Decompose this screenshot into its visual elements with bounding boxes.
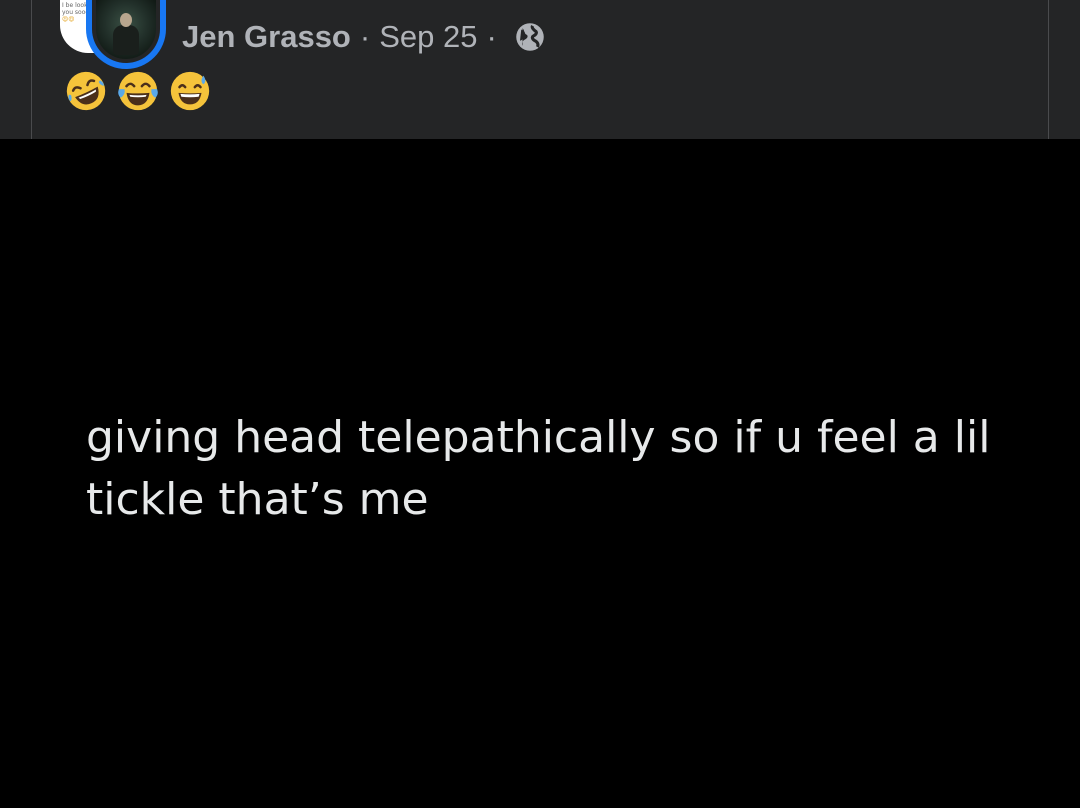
separator: · xyxy=(486,19,497,54)
post-meta: Jen Grasso · Sep 25 · xyxy=(182,17,545,57)
grinning-sweat-emoji-icon xyxy=(170,71,210,111)
tears-of-joy-emoji-icon xyxy=(118,71,158,111)
card-border-left xyxy=(31,0,32,139)
separator: · xyxy=(359,19,371,54)
card-border-right xyxy=(1048,0,1049,139)
tweet-line-1: giving head telepathically so if u feel … xyxy=(86,412,991,463)
profile-photo xyxy=(96,0,156,59)
tweet-text: giving head telepathically so if u feel … xyxy=(86,407,1026,531)
tweet-screenshot[interactable]: giving head telepathically so if u feel … xyxy=(0,139,1080,808)
post-date[interactable]: Sep 25 xyxy=(379,19,477,55)
rolling-on-floor-laughing-emoji-icon xyxy=(66,71,106,111)
globe-icon[interactable] xyxy=(515,22,545,52)
reaction-emojis xyxy=(63,68,213,114)
author-name[interactable]: Jen Grasso xyxy=(182,19,351,55)
post-header: I be looking you soooo 😍😍 Jen Grasso · S… xyxy=(0,0,1080,139)
tweet-line-2: tickle that’s me xyxy=(86,474,429,525)
